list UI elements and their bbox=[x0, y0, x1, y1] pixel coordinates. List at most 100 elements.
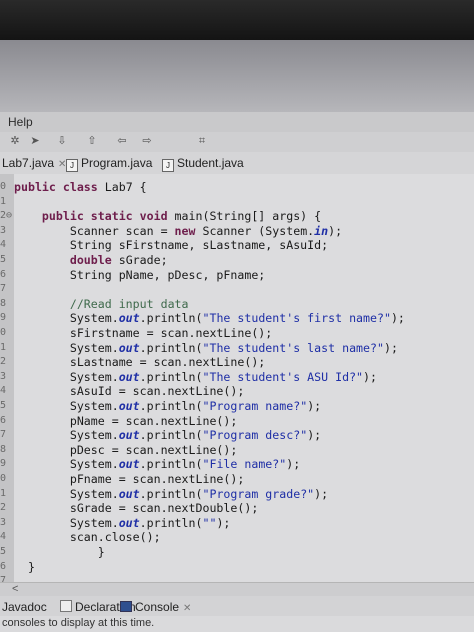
code-token: ); bbox=[363, 369, 377, 384]
line-number: 3 bbox=[0, 516, 7, 528]
pin-editor-icon[interactable]: ⌗ bbox=[195, 135, 209, 148]
code-token: out bbox=[118, 399, 140, 413]
line-number: 2 bbox=[0, 356, 7, 368]
tab-console[interactable]: Console ✕ bbox=[120, 600, 191, 614]
line-number: 3 bbox=[0, 370, 7, 382]
code-token: "The student's last name?" bbox=[202, 340, 384, 355]
line-number: 4 bbox=[0, 531, 7, 543]
back-icon[interactable]: ⇦ bbox=[115, 135, 129, 148]
line-number: 6 bbox=[0, 414, 7, 426]
line-number: 5 bbox=[0, 254, 7, 265]
tab-program-label: Program.java bbox=[81, 156, 153, 170]
debug-icon[interactable]: ✲ bbox=[8, 135, 22, 148]
close-icon[interactable]: ✕ bbox=[183, 603, 191, 614]
code-line: } bbox=[14, 560, 35, 574]
code-token: pName = scan.nextLine(); bbox=[14, 413, 238, 428]
code-line: Scanner scan = new Scanner (System.in); bbox=[14, 224, 342, 238]
line-number: 1 bbox=[0, 487, 7, 499]
code-token: System. bbox=[14, 515, 119, 530]
code-token: System. bbox=[14, 486, 119, 501]
code-token: ); bbox=[216, 515, 231, 530]
code-token: .println( bbox=[139, 515, 203, 530]
code-token: new bbox=[174, 223, 203, 238]
tab-student[interactable]: J Student.java bbox=[162, 156, 244, 172]
line-number: 2 bbox=[0, 502, 7, 514]
code-line: //Read input data bbox=[14, 297, 189, 311]
java-file-icon: J bbox=[66, 159, 78, 172]
line-number: 7 bbox=[0, 575, 7, 582]
code-line: pName = scan.nextLine(); bbox=[14, 413, 238, 428]
code-token: sGrade = scan.nextDouble(); bbox=[14, 501, 259, 516]
line-number: 5 bbox=[0, 400, 7, 411]
line-number: 9 bbox=[0, 312, 7, 324]
code-line: System.out.println("The student's last n… bbox=[14, 341, 398, 355]
scroll-left-icon[interactable]: < bbox=[12, 583, 18, 595]
bottom-panel-tabs: Javadoc Declaration Console ✕ bbox=[0, 596, 474, 617]
code-line: sLastname = scan.nextLine(); bbox=[14, 355, 265, 369]
tab-program[interactable]: J Program.java bbox=[66, 156, 152, 172]
code-token: pFname = scan.nextLine(); bbox=[14, 472, 245, 486]
code-token: .println( bbox=[139, 399, 203, 413]
code-token: pDesc = scan.nextLine(); bbox=[14, 442, 238, 457]
code-token: "Program grade?" bbox=[202, 486, 315, 501]
code-token: "The student's ASU Id?" bbox=[202, 369, 364, 384]
run-icon[interactable]: ➤ bbox=[28, 135, 42, 148]
prev-annotation-icon[interactable]: ⇧ bbox=[85, 135, 99, 148]
code-line: String sFirstname, sLastname, sAsuId; bbox=[14, 238, 328, 252]
line-number: 0 bbox=[0, 327, 7, 338]
menu-bar: Help bbox=[0, 112, 474, 133]
code-token: System. bbox=[14, 399, 119, 413]
code-token: System. bbox=[14, 457, 119, 472]
tab-lab7[interactable]: Lab7.java ✕ bbox=[2, 156, 66, 170]
code-token: ); bbox=[286, 457, 301, 472]
line-number: 4 bbox=[0, 239, 7, 251]
code-token: .println( bbox=[139, 340, 203, 355]
menu-help[interactable]: Help bbox=[8, 115, 33, 129]
code-token: .println( bbox=[139, 486, 203, 501]
code-token: public static void bbox=[41, 209, 175, 224]
code-line: sAsuId = scan.nextLine(); bbox=[14, 384, 245, 398]
line-number: 6 bbox=[0, 560, 7, 572]
line-number: 9 bbox=[0, 458, 7, 470]
horizontal-scrollbar[interactable]: < bbox=[0, 582, 474, 597]
console-message: consoles to display at this time. bbox=[2, 617, 155, 629]
code-token: "" bbox=[202, 515, 217, 530]
console-icon bbox=[120, 601, 132, 612]
line-number: 7 bbox=[0, 283, 7, 295]
tab-javadoc[interactable]: Javadoc bbox=[2, 600, 47, 614]
code-token: System. bbox=[14, 340, 119, 355]
forward-icon[interactable]: ⇨ bbox=[140, 135, 154, 148]
code-token: out bbox=[118, 369, 140, 384]
code-token: ); bbox=[307, 399, 322, 413]
code-token: .println( bbox=[139, 428, 203, 443]
code-token: "Program desc?" bbox=[202, 428, 308, 443]
code-line: sFirstname = scan.nextLine(); bbox=[14, 326, 272, 340]
code-token: sLastname = scan.nextLine(); bbox=[14, 355, 266, 370]
code-line: scan.close(); bbox=[14, 530, 161, 544]
declaration-icon bbox=[60, 600, 72, 612]
code-token: public class bbox=[14, 180, 105, 194]
code-token: main(String[] args) { bbox=[174, 209, 322, 224]
line-number: 1 bbox=[0, 341, 7, 353]
line-number: 8 bbox=[0, 443, 7, 455]
editor-tab-bar: Lab7.java ✕ J Program.java J Student.java bbox=[0, 152, 474, 175]
code-line: String pName, pDesc, pFname; bbox=[14, 268, 265, 282]
line-number: 3 bbox=[0, 224, 7, 236]
next-annotation-icon[interactable]: ⇩ bbox=[55, 135, 69, 148]
code-editor[interactable]: 0 public class Lab7 {1 2⊖ public static vo… bbox=[0, 174, 474, 582]
code-token: sFirstname = scan.nextLine(); bbox=[14, 326, 273, 340]
code-line: public class Lab7 { bbox=[14, 180, 147, 194]
code-line: System.out.println("Program desc?"); bbox=[14, 428, 321, 442]
code-token: System. bbox=[14, 428, 119, 443]
laptop-bezel bbox=[0, 0, 474, 40]
code-token: ); bbox=[328, 223, 343, 238]
code-token: "The student's first name?" bbox=[202, 311, 391, 326]
code-token: scan.close(); bbox=[14, 530, 161, 545]
code-line: } bbox=[14, 545, 105, 559]
code-token: String sFirstname, sLastname, sAsuId; bbox=[14, 238, 329, 253]
code-line: public static void main(String[] args) { bbox=[14, 209, 321, 223]
code-token: ); bbox=[314, 486, 329, 501]
tab-student-label: Student.java bbox=[177, 156, 244, 170]
